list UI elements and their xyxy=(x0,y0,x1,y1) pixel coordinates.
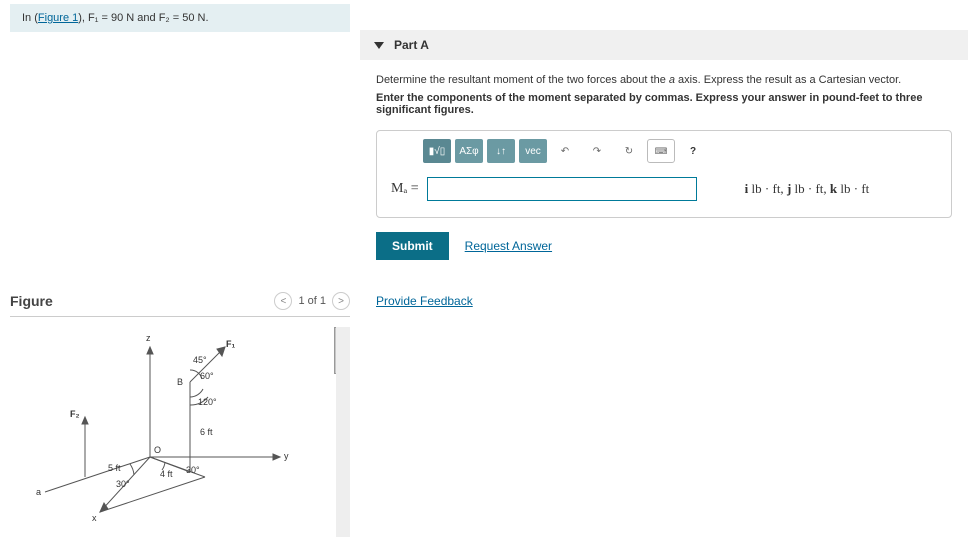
figure-next-button[interactable]: > xyxy=(332,292,350,310)
figure-diagram: z y x a O B F₁ F₂ 45° 60° 120° 6 ft 5 ft… xyxy=(30,327,320,527)
vector-tool[interactable]: vec xyxy=(519,139,547,163)
len-4ft-label: 4 ft xyxy=(160,469,173,479)
instructions-line-2: Enter the components of the moment separ… xyxy=(376,92,952,116)
given-prefix: In ( xyxy=(22,12,38,24)
answer-input[interactable] xyxy=(427,177,697,201)
problem-given: In (Figure 1), F₁ = 90 N and F₂ = 50 N. xyxy=(10,4,350,32)
axis-y-label: y xyxy=(284,451,289,461)
reset-tool[interactable]: ↻ xyxy=(615,139,643,163)
angle-45-label: 45° xyxy=(193,355,207,365)
request-answer-link[interactable]: Request Answer xyxy=(465,239,552,253)
force-F2-label: F₂ xyxy=(70,409,80,419)
angle-30b-label: 30° xyxy=(116,479,130,489)
answer-units: i lb · ft, j lb · ft, k lb · ft xyxy=(745,181,870,197)
undo-tool[interactable]: ↶ xyxy=(551,139,579,163)
axis-a-label: a xyxy=(36,487,41,497)
subscript-tool[interactable]: ↓↑ xyxy=(487,139,515,163)
answer-box: ▮√▯ ΑΣφ ↓↑ vec ↶ ↷ ↻ ⌨ ? Mₐ = i lb · ft,… xyxy=(376,130,952,218)
axis-z-label: z xyxy=(146,333,151,343)
equation-toolbar: ▮√▯ ΑΣφ ↓↑ vec ↶ ↷ ↻ ⌨ ? xyxy=(377,131,951,167)
len-6ft-label: 6 ft xyxy=(200,427,213,437)
help-tool[interactable]: ? xyxy=(679,139,707,163)
greek-tool[interactable]: ΑΣφ xyxy=(455,139,483,163)
point-O-label: O xyxy=(154,445,161,455)
figure-page-indicator: 1 of 1 xyxy=(298,295,326,307)
angle-30a-label: 30° xyxy=(186,465,200,475)
part-title: Part A xyxy=(394,38,429,52)
redo-tool[interactable]: ↷ xyxy=(583,139,611,163)
angle-60-label: 60° xyxy=(200,371,214,381)
figure-title: Figure xyxy=(10,293,53,309)
figure-prev-button[interactable]: < xyxy=(274,292,292,310)
provide-feedback-link[interactable]: Provide Feedback xyxy=(376,294,473,308)
axis-x-label: x xyxy=(92,513,97,523)
angle-120-label: 120° xyxy=(198,397,217,407)
force-F1-label: F₁ xyxy=(226,339,235,349)
part-header[interactable]: Part A xyxy=(360,30,968,60)
point-B-label: B xyxy=(177,377,183,387)
figure-viewport: z y x a O B F₁ F₂ 45° 60° 120° 6 ft 5 ft… xyxy=(10,327,350,537)
figure-link[interactable]: Figure 1 xyxy=(38,12,78,24)
instructions-line-1: Determine the resultant moment of the tw… xyxy=(376,74,952,86)
len-5ft-label: 5 ft xyxy=(108,463,121,473)
given-suffix: ), F₁ = 90 N and F₂ = 50 N. xyxy=(78,12,208,24)
answer-lhs: Mₐ = xyxy=(391,181,419,197)
collapse-icon xyxy=(374,42,384,49)
templates-tool[interactable]: ▮√▯ xyxy=(423,139,451,163)
submit-button[interactable]: Submit xyxy=(376,232,449,260)
keyboard-tool[interactable]: ⌨ xyxy=(647,139,675,163)
